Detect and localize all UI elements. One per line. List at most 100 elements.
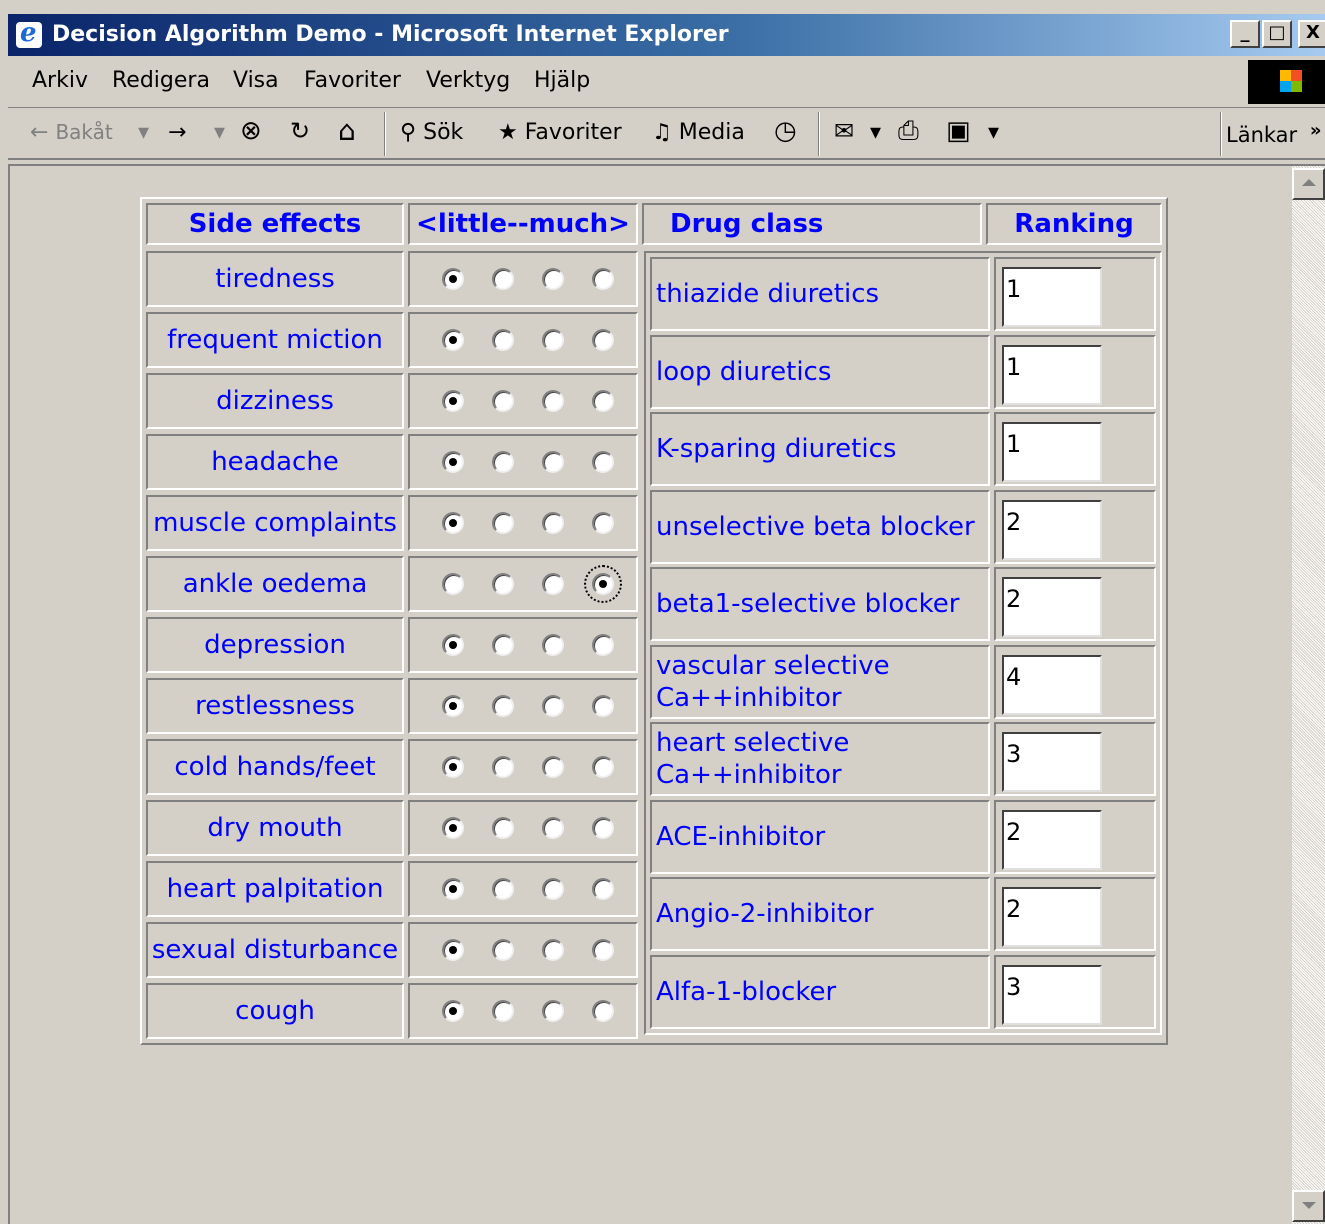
severity-radio[interactable]	[492, 634, 514, 656]
severity-radio[interactable]	[492, 512, 514, 534]
severity-radio[interactable]	[542, 878, 564, 900]
severity-radio[interactable]	[542, 573, 564, 595]
ranking-input[interactable]: 1	[1002, 267, 1102, 327]
severity-radio[interactable]	[442, 512, 464, 534]
severity-radio[interactable]	[592, 817, 614, 839]
drug-class-label: heart selective Ca++inhibitor	[650, 722, 990, 796]
side-effect-label: ankle oedema	[146, 556, 404, 612]
ranking-input[interactable]: 2	[1002, 810, 1102, 870]
ranking-input[interactable]: 1	[1002, 345, 1102, 405]
ranking-input[interactable]: 3	[1002, 732, 1102, 792]
severity-radio[interactable]	[442, 268, 464, 290]
side-effect-label: frequent miction	[146, 312, 404, 368]
menu-favoriter[interactable]: Favoriter	[304, 68, 401, 93]
severity-radio[interactable]	[592, 878, 614, 900]
back-button[interactable]: ← Bakåt	[30, 120, 113, 145]
menu-verktyg[interactable]: Verktyg	[426, 68, 510, 93]
menu-arkiv[interactable]: Arkiv	[32, 68, 88, 93]
severity-radio-group	[408, 983, 638, 1039]
severity-radio[interactable]	[442, 390, 464, 412]
severity-radio[interactable]	[592, 268, 614, 290]
severity-radio[interactable]	[492, 817, 514, 839]
forward-dropdown-icon[interactable]: ▾	[214, 120, 225, 145]
menu-hjalp[interactable]: Hjälp	[534, 68, 590, 93]
severity-radio[interactable]	[592, 512, 614, 534]
severity-radio[interactable]	[542, 939, 564, 961]
severity-radio[interactable]	[442, 451, 464, 473]
severity-radio[interactable]	[442, 573, 464, 595]
severity-radio[interactable]	[492, 878, 514, 900]
severity-radio[interactable]	[492, 268, 514, 290]
severity-radio[interactable]	[442, 695, 464, 717]
severity-radio[interactable]	[542, 329, 564, 351]
favorites-button[interactable]: ★ Favoriter	[498, 120, 622, 145]
severity-radio[interactable]	[492, 390, 514, 412]
print-icon[interactable]: ⎙	[898, 116, 919, 147]
severity-radio[interactable]	[542, 451, 564, 473]
severity-radio[interactable]	[592, 1000, 614, 1022]
mail-dropdown-icon[interactable]: ▾	[870, 120, 881, 145]
scroll-down-button[interactable]	[1292, 1190, 1325, 1222]
severity-radio[interactable]	[542, 1000, 564, 1022]
menu-redigera[interactable]: Redigera	[112, 68, 210, 93]
severity-radio[interactable]	[542, 756, 564, 778]
severity-radio[interactable]	[492, 756, 514, 778]
severity-radio[interactable]	[592, 451, 614, 473]
media-button[interactable]: ♫ Media	[652, 120, 745, 145]
severity-radio[interactable]	[442, 634, 464, 656]
maximize-button[interactable]: □	[1262, 20, 1292, 48]
severity-radio[interactable]	[492, 451, 514, 473]
severity-radio[interactable]	[542, 512, 564, 534]
ranking-input[interactable]: 4	[1002, 655, 1102, 715]
severity-radio[interactable]	[592, 634, 614, 656]
ranking-input[interactable]: 2	[1002, 577, 1102, 637]
back-label: Bakåt	[55, 120, 113, 144]
close-button[interactable]: X	[1298, 20, 1325, 48]
severity-radio-group	[408, 495, 638, 551]
search-button[interactable]: ⚲ Sök	[400, 120, 463, 145]
severity-radio[interactable]	[592, 756, 614, 778]
media-label: Media	[678, 120, 745, 145]
severity-radio[interactable]	[492, 329, 514, 351]
severity-radio[interactable]	[542, 268, 564, 290]
history-icon[interactable]: ◷	[774, 116, 797, 146]
severity-radio[interactable]	[542, 634, 564, 656]
severity-radio[interactable]	[592, 695, 614, 717]
severity-radio[interactable]	[492, 573, 514, 595]
severity-radio[interactable]	[592, 329, 614, 351]
refresh-icon[interactable]: ↻	[290, 117, 310, 145]
severity-radio[interactable]	[442, 756, 464, 778]
links-button[interactable]: Länkar »	[1226, 120, 1322, 147]
severity-radio[interactable]	[442, 1000, 464, 1022]
menu-visa[interactable]: Visa	[233, 68, 279, 93]
severity-radio[interactable]	[492, 939, 514, 961]
severity-radio[interactable]	[542, 695, 564, 717]
severity-radio[interactable]	[492, 695, 514, 717]
severity-radio[interactable]	[442, 329, 464, 351]
scroll-up-button[interactable]	[1292, 168, 1325, 200]
back-dropdown-icon[interactable]: ▾	[138, 120, 149, 145]
minimize-button[interactable]: _	[1230, 20, 1260, 48]
severity-radio[interactable]	[542, 817, 564, 839]
severity-radio[interactable]	[542, 390, 564, 412]
mail-icon[interactable]: ✉	[834, 117, 854, 145]
home-icon[interactable]: ⌂	[338, 114, 356, 147]
forward-arrow-icon[interactable]: →	[168, 120, 186, 145]
edit-dropdown-icon[interactable]: ▾	[988, 120, 999, 145]
drug-class-label: loop diuretics	[650, 335, 990, 409]
ranking-input[interactable]: 3	[1002, 965, 1102, 1025]
severity-radio[interactable]	[592, 939, 614, 961]
ranking-input[interactable]: 1	[1002, 422, 1102, 482]
severity-radio[interactable]	[584, 565, 622, 603]
stop-icon[interactable]: ⊗	[240, 116, 262, 146]
severity-radio[interactable]	[442, 939, 464, 961]
ranking-input[interactable]: 2	[1002, 887, 1102, 947]
severity-radio[interactable]	[442, 817, 464, 839]
ranking-input[interactable]: 2	[1002, 500, 1102, 560]
severity-radio[interactable]	[442, 878, 464, 900]
back-arrow-icon: ←	[30, 120, 49, 145]
vertical-scrollbar[interactable]	[1292, 166, 1325, 1224]
edit-icon[interactable]: ▣	[946, 116, 971, 146]
severity-radio[interactable]	[492, 1000, 514, 1022]
severity-radio[interactable]	[592, 390, 614, 412]
